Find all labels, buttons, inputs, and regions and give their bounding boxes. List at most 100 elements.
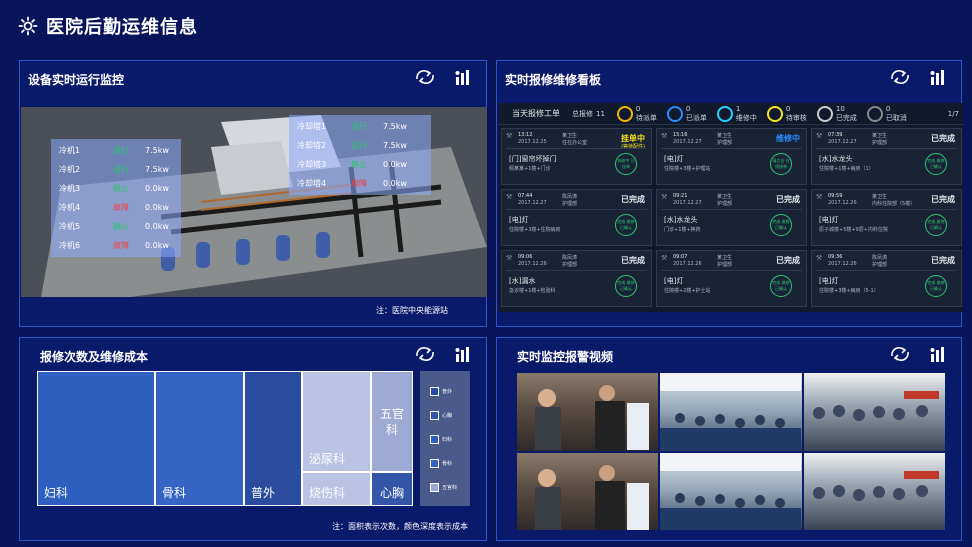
- order-title: [门]窗帘坏掉门: [509, 155, 557, 163]
- order-reporter: 某卫生 护理部: [717, 255, 733, 268]
- video-feed[interactable]: [517, 452, 659, 530]
- panel-title: 实时报修维修看板: [505, 73, 602, 87]
- order-status: 已完成: [621, 256, 645, 265]
- order-date: 2017.12.25: [518, 139, 547, 145]
- tab-today-orders[interactable]: 当天报修工单: [512, 108, 560, 119]
- video-feed[interactable]: [660, 373, 802, 451]
- bar-chart-icon[interactable]: [454, 69, 472, 89]
- refresh-icon[interactable]: [889, 69, 911, 89]
- order-title: [水]水龙头: [819, 155, 853, 163]
- order-card[interactable]: ⚒ 13:12 2017.12.25 某卫生 住在办公室 挂单中 [门]窗帘坏掉门 佩某某+…: [501, 128, 652, 185]
- panel-note: 注：面积表示次数，颜色深度表示成本: [332, 522, 468, 531]
- order-location: 原子城楼+5楼+9层+内科住院: [819, 227, 888, 233]
- order-location: 急诊楼+1楼+检验科: [509, 288, 556, 294]
- order-location: 住院楼+3楼+住院病房: [509, 227, 561, 233]
- status-counter-text: 0 待派单: [636, 105, 657, 123]
- legend-label: 心胸: [442, 412, 453, 419]
- legend-swatch: [430, 386, 439, 396]
- video-feed[interactable]: [803, 373, 945, 451]
- equipment-name: 冷却塔2: [297, 141, 327, 150]
- wrench-icon: ⚒: [661, 132, 668, 140]
- equipment-status: 静止: [113, 184, 129, 193]
- order-card[interactable]: ⚒ 07:39 2017.12.27 某卫生 护理部 已完成 [水]水龙头 住院楼+1楼+病…: [811, 128, 962, 185]
- treemap-cell-label: 泌尿科: [309, 452, 346, 466]
- order-card[interactable]: ⚒ 09:06 2017.12.26 陈凤涛 护理部 已完成 [水]漏水 急诊楼+1楼+检验…: [501, 250, 652, 307]
- wrench-icon: ⚒: [816, 132, 823, 140]
- treemap-cell-label: 烧伤科: [309, 486, 346, 500]
- treemap-cell[interactable]: 普外: [244, 371, 302, 506]
- legend-item[interactable]: 骨科: [430, 451, 470, 475]
- legend-item[interactable]: 心胸: [430, 403, 470, 427]
- equipment-name: 冷却塔4: [297, 179, 327, 188]
- status-counter[interactable]: 1 维修中: [716, 105, 757, 123]
- order-time: 09:21: [673, 193, 688, 199]
- equipment-power: 0.0kw: [383, 179, 407, 188]
- bar-chart-icon[interactable]: [929, 346, 947, 366]
- card-divider: [506, 270, 647, 271]
- video-feed[interactable]: [803, 452, 945, 530]
- refresh-icon[interactable]: [889, 346, 911, 366]
- legend-item[interactable]: 妇科: [430, 427, 470, 451]
- treemap-cell[interactable]: 骨科: [155, 371, 244, 506]
- legend-item[interactable]: 普外: [430, 379, 470, 403]
- treemap-cell[interactable]: 五官科: [371, 371, 413, 472]
- legend-item[interactable]: 五官科: [430, 475, 470, 499]
- equipment-status: 运行: [351, 122, 367, 131]
- card-divider: [816, 270, 957, 271]
- equipment-status: 运行: [113, 146, 129, 155]
- legend-swatch: [430, 482, 439, 492]
- status-counter[interactable]: 0 已派单: [666, 105, 707, 123]
- panel-note: 注：医院中央能源站: [376, 306, 448, 315]
- treemap-cell[interactable]: 烧伤科: [302, 472, 371, 506]
- wrench-icon: ⚒: [661, 254, 668, 262]
- order-time: 07:39: [828, 132, 843, 138]
- order-stamp: 请点击 在线接单: [770, 153, 792, 175]
- status-counter[interactable]: 0 待审核: [766, 104, 807, 123]
- refresh-icon[interactable]: [414, 346, 436, 366]
- order-status: 维修中: [776, 134, 800, 143]
- panel-toolbar: [889, 69, 947, 89]
- status-counter-text: 0 已派单: [686, 105, 707, 123]
- order-date: 2017.12.26: [828, 200, 857, 206]
- status-counter[interactable]: 10 已完成: [816, 105, 857, 123]
- treemap-cell[interactable]: 心胸: [371, 472, 413, 506]
- equipment-name: 冷却塔1: [297, 122, 327, 131]
- order-card[interactable]: ⚒ 09:07 2017.12.26 某卫生 护理部 已完成 [电]灯 住院楼+2楼+护士站…: [656, 250, 807, 307]
- order-date: 2017.12.27: [673, 200, 702, 206]
- page-indicator[interactable]: 1/7: [948, 110, 959, 118]
- card-divider: [661, 209, 802, 210]
- treemap-cell[interactable]: 妇科: [37, 371, 155, 506]
- bar-chart-icon[interactable]: [929, 69, 947, 89]
- order-time: 13:12: [518, 132, 533, 138]
- status-label: 已取消: [885, 113, 907, 122]
- order-card[interactable]: ⚒ 07:44 2017.12.27 陈凤涛 护理部 已完成 [电]灯 住院楼+3楼+住院病…: [501, 189, 652, 246]
- equipment-power: 7.5kw: [145, 146, 169, 155]
- status-label: 已完成: [835, 113, 857, 122]
- order-reporter: 某卫生 护理部: [717, 194, 733, 207]
- order-card[interactable]: ⚒ 15:16 2017.12.27 某卫生 护理部 维修中 [电]灯 住院楼+3楼+护理站…: [656, 128, 807, 185]
- refresh-icon[interactable]: [414, 69, 436, 89]
- status-counter[interactable]: 0 待派单: [616, 105, 657, 123]
- equipment-name: 冷机4: [59, 203, 81, 212]
- order-status: 已完成: [621, 195, 645, 204]
- order-card[interactable]: ⚒ 09:21 2017.12.27 某卫生 护理部 已完成 [水]水龙头 门诊+1楼+换药…: [656, 189, 807, 246]
- status-counter[interactable]: 0 已取消: [866, 105, 907, 123]
- bar-chart-icon[interactable]: [454, 346, 472, 366]
- video-feed[interactable]: [517, 373, 659, 451]
- order-title: [电]灯: [664, 277, 684, 285]
- order-stamp: 完成 维修已确认: [770, 214, 792, 236]
- status-ring-icon: [866, 105, 883, 122]
- order-card[interactable]: ⚒ 09:36 2017.12.26 陈凤涛 护理部 已完成 [电]灯 住院楼+3楼+病房（…: [811, 250, 962, 307]
- video-feed[interactable]: [660, 452, 802, 530]
- total-value: 11: [596, 109, 605, 118]
- treemap-cell[interactable]: 泌尿科: [302, 371, 371, 472]
- wrench-icon: ⚒: [661, 193, 668, 201]
- order-date: 2017.12.26: [673, 261, 702, 267]
- equipment-name: 冷机5: [59, 222, 81, 231]
- gear-icon: [18, 16, 38, 36]
- wrench-icon: ⚒: [506, 132, 513, 140]
- order-card[interactable]: ⚒ 09:59 2017.12.26 某卫生 内科住院部（5楼） 已完成 [电]灯 原子城楼…: [811, 189, 962, 246]
- status-ring-icon: [716, 105, 733, 122]
- panel-toolbar: [889, 346, 947, 366]
- status-count: 0: [785, 104, 791, 113]
